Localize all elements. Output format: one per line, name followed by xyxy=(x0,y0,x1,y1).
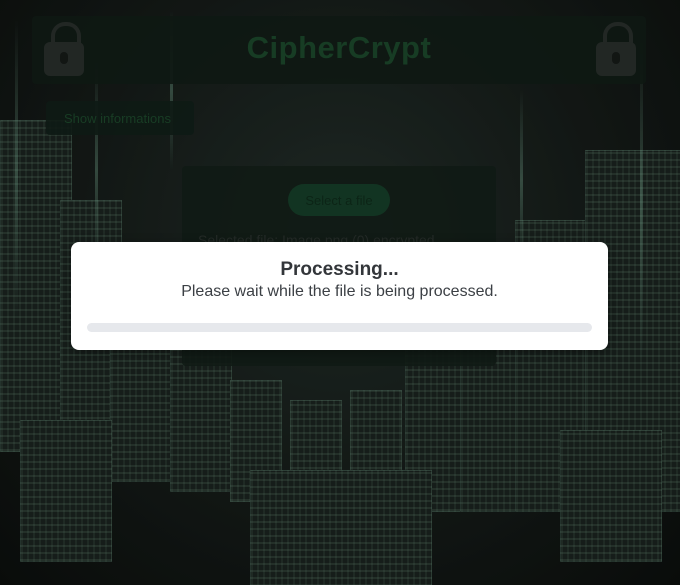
modal-title: Processing... xyxy=(280,259,399,280)
progress-bar xyxy=(87,323,592,332)
modal-message: Please wait while the file is being proc… xyxy=(181,283,498,300)
processing-modal: Processing... Please wait while the file… xyxy=(71,242,608,350)
